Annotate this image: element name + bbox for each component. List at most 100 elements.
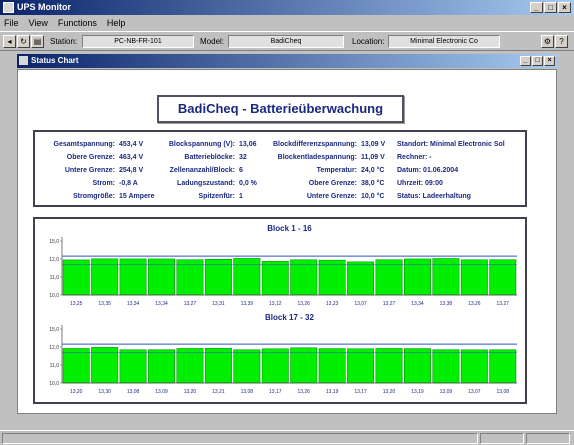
y-tick-label: 12,0 xyxy=(49,345,59,351)
bar-value-label: 13,38 xyxy=(440,301,453,307)
voltage-bar xyxy=(62,348,90,384)
bar-value-label: 13,08 xyxy=(241,389,254,395)
y-tick-label: 11,0 xyxy=(50,363,60,369)
info-label: Batterieblöcke: xyxy=(184,154,235,161)
info-value: 6 xyxy=(239,167,243,174)
bar-value-label: 13,17 xyxy=(269,389,282,395)
voltage-bar xyxy=(432,258,460,296)
info-text: Rechner: - xyxy=(397,154,432,161)
station-field[interactable]: PC-NB-FR-101 xyxy=(82,35,194,48)
voltage-bar xyxy=(460,349,488,384)
child-maximize-button[interactable]: □ xyxy=(532,56,543,66)
bar-value-label: 13,34 xyxy=(411,301,424,307)
bar-value-label: 13,20 xyxy=(70,389,83,395)
status-panel-2 xyxy=(480,433,524,444)
bar-value-label: 13,19 xyxy=(326,389,339,395)
info-text: Datum: 01.06.2004 xyxy=(397,167,459,174)
menu-bar: File View Functions Help xyxy=(0,15,574,30)
info-value: 0,0 % xyxy=(239,180,257,187)
info-label: Blockentladespannung: xyxy=(277,154,357,161)
bar-value-label: 13,26 xyxy=(297,301,310,307)
status-panel-main xyxy=(2,433,478,444)
bar-value-label: 13,39 xyxy=(241,301,254,307)
voltage-bar xyxy=(318,259,346,296)
horizontal-scrollbar[interactable] xyxy=(17,414,557,420)
bar-value-label: 13,27 xyxy=(383,301,396,307)
model-label: Model: xyxy=(200,37,225,46)
bar-value-label: 13,09 xyxy=(440,389,453,395)
menu-file[interactable]: File xyxy=(4,18,19,28)
bar-value-label: 13,12 xyxy=(269,301,282,307)
info-value: 24,0 °C xyxy=(361,167,385,174)
bar-value-label: 13,35 xyxy=(98,301,111,307)
voltage-bar xyxy=(261,261,289,296)
voltage-bar xyxy=(233,349,261,384)
info-label: Obere Grenze: xyxy=(308,180,357,187)
help-icon[interactable]: ? xyxy=(555,35,568,48)
location-field[interactable]: Minimal Electronic Co xyxy=(388,35,500,48)
maximize-button[interactable]: □ xyxy=(544,2,557,13)
info-label: Ladungszustand: xyxy=(177,180,235,187)
station-label: Station: xyxy=(50,37,78,46)
bar-value-label: 13,27 xyxy=(184,301,197,307)
info-label: Zellenanzahl/Block: xyxy=(169,167,235,174)
voltage-bar xyxy=(432,349,460,384)
info-label: Gesamtspannung: xyxy=(53,141,115,148)
page-title: BadiCheq - Batterieüberwachung xyxy=(157,95,404,123)
y-tick-label: 15,0 xyxy=(49,327,59,333)
minimize-button[interactable]: _ xyxy=(530,2,543,13)
bar-value-label: 13,34 xyxy=(127,301,140,307)
settings-icon[interactable]: ⚙ xyxy=(541,35,554,48)
voltage-bar xyxy=(290,259,318,296)
bar-value-label: 13,08 xyxy=(127,389,140,395)
info-label: Untere Grenze: xyxy=(64,167,115,174)
menu-functions[interactable]: Functions xyxy=(58,18,97,28)
voltage-bar xyxy=(91,258,119,296)
y-tick-label: 10,0 xyxy=(49,381,59,387)
info-value: -0,8 A xyxy=(119,180,138,187)
model-field[interactable]: BadiCheq xyxy=(228,35,344,48)
child-close-button[interactable]: × xyxy=(544,56,555,66)
y-tick-label: 10,0 xyxy=(49,293,59,299)
bar-value-label: 13,07 xyxy=(468,389,481,395)
print-icon[interactable]: ▤ xyxy=(31,35,44,48)
y-tick-label: 12,0 xyxy=(49,257,59,263)
block-voltage-charts: Block 1 - 16 15,0 12,0 11,0 10,0 13,25 13,35 13… xyxy=(33,217,527,404)
bar-value-label: 13,23 xyxy=(326,301,339,307)
voltage-bar xyxy=(347,261,375,296)
info-value: 10,0 °C xyxy=(361,193,385,200)
info-label: Blockspannung (V): xyxy=(168,141,235,148)
status-bar xyxy=(0,430,574,445)
back-icon[interactable]: ◂ xyxy=(3,35,16,48)
voltage-bar xyxy=(62,259,90,296)
voltage-bar xyxy=(148,258,175,296)
bar-value-label: 13,08 xyxy=(497,389,510,395)
info-label: Strom: xyxy=(92,180,115,187)
chart-title: Block 1 - 16 xyxy=(267,224,312,233)
voltage-bar xyxy=(119,258,147,296)
voltage-bar xyxy=(233,258,261,296)
menu-view[interactable]: View xyxy=(29,18,48,28)
info-value: 15 Ampere xyxy=(119,193,155,200)
bar-value-label: 13,07 xyxy=(354,301,367,307)
refresh-icon[interactable]: ↻ xyxy=(17,35,30,48)
window-title-bar: UPS Monitor _ □ × xyxy=(0,0,574,15)
close-button[interactable]: × xyxy=(558,2,571,13)
bar-value-label: 13,34 xyxy=(155,301,168,307)
app-icon xyxy=(3,2,14,13)
info-value: 13,06 xyxy=(239,141,257,148)
status-chart-title-bar: Status Chart _ □ × xyxy=(17,54,557,68)
info-label: Stromgröße: xyxy=(73,193,115,200)
window-title: UPS Monitor xyxy=(17,2,71,12)
info-value: 254,8 V xyxy=(119,167,144,174)
voltage-bar xyxy=(204,348,232,384)
info-value: 13,09 V xyxy=(361,141,386,148)
info-label: Temperatur: xyxy=(316,167,357,174)
chart-window-icon xyxy=(19,56,28,65)
menu-help[interactable]: Help xyxy=(107,18,126,28)
child-minimize-button[interactable]: _ xyxy=(520,56,531,66)
info-label: Obere Grenze: xyxy=(66,154,115,161)
info-label: Untere Grenze: xyxy=(306,193,357,200)
bar-value-label: 13,27 xyxy=(497,301,510,307)
voltage-bar xyxy=(489,349,517,384)
